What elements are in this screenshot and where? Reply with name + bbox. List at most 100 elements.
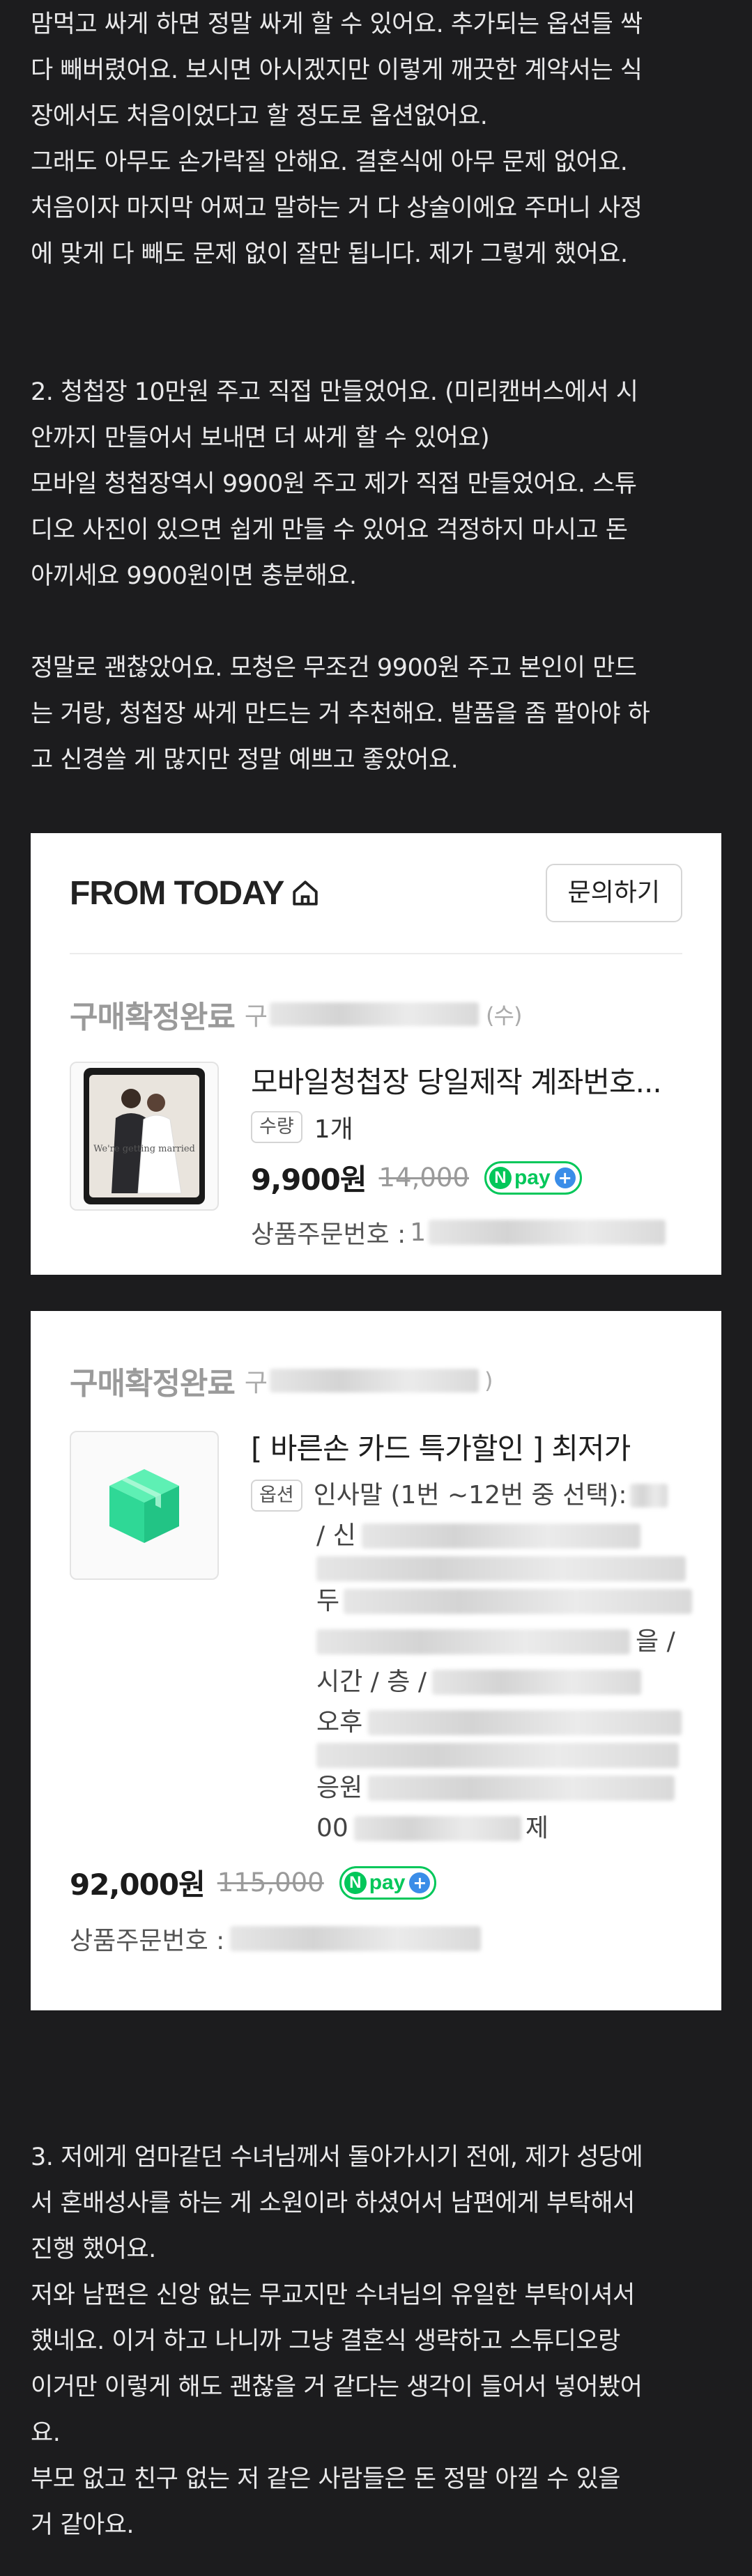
qty-value: 1개 [314,1115,353,1144]
product-thumbnail[interactable] [70,1431,219,1580]
price: 92,000원 [70,1868,206,1902]
npay-plus-badge: N pay + [484,1161,582,1195]
section2-line: 는 거랑, 청첩장 싸게 만드는 거 추천해요. 발품을 좀 팔아야 하 [31,700,650,728]
option-fragment: / 신 [316,1521,356,1550]
order-card-2: 구매확정완료 구 ) [ 바른손 카드 특가할인 ] 최저가 옵션 인사말 (1… [31,1311,721,2010]
section3-line: 진행 했어요. [31,2235,156,2263]
npay-label: pay [369,1870,406,1894]
section2-line: 안까지 만들어서 보내면 더 싸게 할 수 있어요) [31,424,490,452]
option-line: 응원 [316,1768,692,1808]
status-date-suffix: ) [484,1367,493,1394]
qty-tag: 수량 [251,1111,302,1143]
section2-line: 디오 사진이 있으면 쉽게 만들 수 있어요 걱정하지 마시고 돈 [31,516,628,544]
intro-section: 맘먹고 싸게 하면 정말 싸게 할 수 있어요. 추가되는 옵션들 싹 다 빼버… [0,0,752,833]
product-name[interactable]: [ 바른손 카드 특가할인 ] 최저가 [251,1431,692,1467]
price-row: 9,900원 14,000 N pay + [251,1156,682,1199]
section3-line: 거 같아요. [31,2511,135,2539]
original-price: 14,000 [378,1163,469,1193]
section3-line: 요. [31,2419,61,2447]
price: 9,900원 [251,1163,367,1197]
plus-icon: + [409,1872,431,1893]
section3-line: 3. 저에게 엄마같던 수녀님께서 돌아가시기 전에, 제가 성당에 [31,2143,643,2171]
store-header: FROM TODAY 문의하기 [31,833,721,953]
option-fragment: 두 [316,1587,340,1615]
blurred-text [368,1776,675,1801]
status-date-prefix: 구 [244,1002,268,1031]
svg-text:We're getting married: We're getting married [93,1144,195,1154]
blurred-text [344,1589,693,1614]
blurred-order-number [429,1220,666,1245]
order-number-prefix: 1 [410,1218,427,1247]
section3: 3. 저에게 엄마같던 수녀님께서 돌아가시기 전에, 제가 성당에 서 혼배성… [0,2010,752,2576]
blurred-text [316,1743,679,1768]
blurred-text [431,1670,641,1695]
status-date-prefix: 구 [244,1369,268,1397]
product-thumbnail[interactable]: We're getting married [70,1062,219,1211]
section2-line: 고 신경쓸 게 많지만 정말 예쁘고 좋았어요. [31,746,459,774]
blurred-order-number [230,1926,482,1951]
intro-line: 장에서도 처음이었다고 할 정도로 옵션없어요. [31,102,488,130]
box-icon [109,1469,179,1543]
option-fragment: 시간 / 층 / [316,1668,427,1696]
npay-label: pay [514,1165,551,1189]
option-line: 을 / [316,1622,692,1662]
naver-n-icon: N [344,1871,367,1894]
order-number: 상품주문번호 : [70,1921,682,1957]
option-line: 오후 [316,1702,692,1743]
option-line: 시간 / 층 / [316,1662,692,1702]
option-fragment: 을 / [636,1627,675,1656]
intro-line: 처음이자 마지막 어쩌고 말하는 거 다 상술이에요 주머니 사정 [31,194,643,222]
product-row[interactable]: We're getting married 모바일청첩장 당일제작 계좌번호..… [70,1062,682,1250]
section2-line: 2. 청첩장 10만원 주고 직접 만들었어요. (미리캔버스에서 시 [31,378,638,406]
section3-line: 부모 없고 친구 없는 저 같은 사람들은 돈 정말 아낄 수 있을 [31,2465,620,2493]
option-tag: 옵션 [251,1480,302,1512]
separator [0,1275,752,1311]
product-info: 모바일청첩장 당일제작 계좌번호... 수량 1개 9,900원 14,000 … [251,1062,682,1250]
blurred-date [270,1002,479,1026]
price-row: 92,000원 115,000 N pay + [70,1861,682,1904]
section2-line: 정말로 괜찮았어요. 모청은 무조건 9900원 주고 본인이 만드 [31,654,637,682]
order-number: 상품주문번호 : 1 [251,1214,682,1250]
blurred-text [353,1816,521,1841]
blurred-date [270,1369,479,1392]
order-card-1: FROM TODAY 문의하기 구매확정완료 구 (수) We're getti… [31,833,721,1275]
section3-line: 저와 남편은 신앙 없는 무교지만 수녀님의 유일한 부탁이셔서 [31,2281,635,2309]
plus-icon: + [554,1167,576,1188]
option-line: 옵션 인사말 (1번 ~12번 중 선택): [251,1475,692,1516]
blurred-text [368,1710,682,1735]
intro-line: 그래도 아무도 손가락질 안해요. 결혼식에 아무 문제 없어요. [31,148,628,176]
product-name[interactable]: 모바일청첩장 당일제작 계좌번호... [251,1064,682,1101]
option-fragment: 오후 [316,1708,363,1737]
inquiry-button[interactable]: 문의하기 [545,864,682,922]
blurred-text [629,1484,668,1507]
order-number-label: 상품주문번호 : [70,1927,225,1955]
store-name-label[interactable]: FROM TODAY [70,874,284,913]
product-info: [ 바른손 카드 특가할인 ] 최저가 옵션 인사말 (1번 ~12번 중 선택… [251,1431,693,1849]
option-line: 00 제 [316,1808,692,1849]
option-line [316,1743,692,1768]
section2-line: 아끼세요 9900원이면 충분해요. [31,562,357,590]
intro-line: 에 맞게 다 빼도 문제 없이 잘만 됩니다. 제가 그렇게 했어요. [31,240,628,268]
order-status: 구매확정완료 구 (수) [70,992,682,1037]
intro-line: 맘먹고 싸게 하면 정말 싸게 할 수 있어요. 추가되는 옵션들 싹 [31,10,643,38]
wedding-photo-icon: We're getting married [84,1068,205,1204]
order-number-label: 상품주문번호 : [251,1220,406,1249]
blurred-text [316,1556,686,1581]
original-price: 115,000 [217,1868,324,1898]
home-icon[interactable] [291,878,320,908]
option-line: / 신 [316,1516,692,1556]
section2-line: 모바일 청첩장역시 9900원 주고 제가 직접 만들었어요. 스튜 [31,470,637,498]
naver-n-icon: N [489,1166,512,1189]
option-fragment: 응원 [316,1774,363,1802]
store-name[interactable]: FROM TODAY [70,874,320,913]
order-status: 구매확정완료 구 ) [70,1358,682,1403]
npay-plus-badge: N pay + [339,1865,437,1900]
status-label: 구매확정완료 [70,1366,236,1402]
option-line: 두 [316,1581,693,1622]
section3-line: 했네요. 이거 하고 나니까 그냥 결혼식 생략하고 스튜디오랑 [31,2327,620,2355]
blurred-text [316,1629,630,1654]
option-line [316,1556,692,1581]
option-fragment: 제 [525,1814,548,1842]
intro-line: 다 빼버렸어요. 보시면 아시겠지만 이렇게 깨끗한 계약서는 식 [31,56,643,84]
product-row[interactable]: [ 바른손 카드 특가할인 ] 최저가 옵션 인사말 (1번 ~12번 중 선택… [70,1431,693,1849]
